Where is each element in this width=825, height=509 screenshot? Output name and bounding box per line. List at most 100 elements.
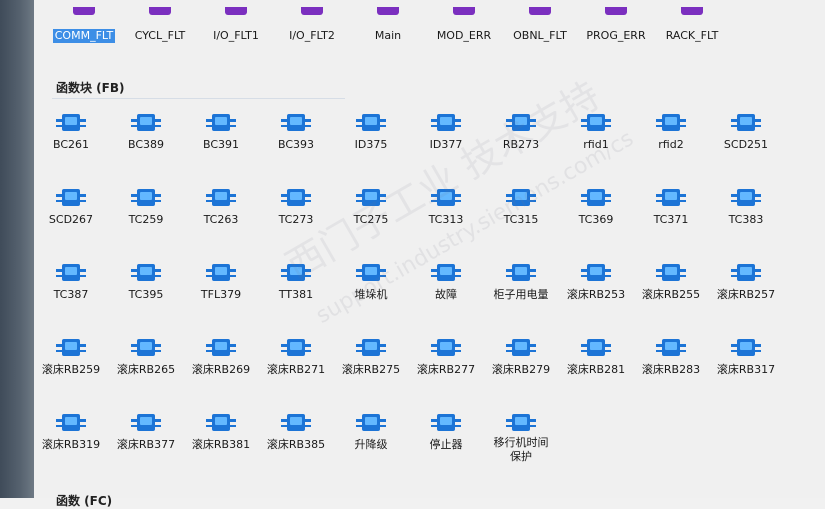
fb-block-item[interactable]: TC313 bbox=[406, 186, 486, 227]
fb-block-label: 滚床RB279 bbox=[491, 363, 551, 376]
organization-block-icon bbox=[120, 0, 200, 15]
fb-block-item[interactable]: 滚床RB319 bbox=[31, 411, 111, 452]
function-block-icon bbox=[656, 339, 686, 356]
fb-block-label: 升降级 bbox=[354, 438, 388, 451]
fb-block-label: 柜子用电量 bbox=[493, 288, 549, 301]
fb-block-item[interactable]: TC371 bbox=[631, 186, 711, 227]
fb-block-item[interactable]: 滚床RB257 bbox=[706, 261, 786, 302]
fb-block-item[interactable]: BC389 bbox=[106, 111, 186, 152]
function-block-icon bbox=[206, 339, 236, 356]
function-block-icon bbox=[506, 114, 536, 131]
function-block-icon bbox=[131, 414, 161, 431]
function-block-icon bbox=[356, 339, 386, 356]
fb-block-item[interactable]: BC391 bbox=[181, 111, 261, 152]
function-block-icon bbox=[206, 189, 236, 206]
fb-block-item[interactable]: 滚床RB381 bbox=[181, 411, 261, 452]
fb-block-item[interactable]: TC259 bbox=[106, 186, 186, 227]
fb-block-item[interactable]: 滚床RB283 bbox=[631, 336, 711, 377]
function-block-icon bbox=[131, 114, 161, 131]
fb-block-label: TC369 bbox=[578, 213, 614, 226]
function-block-icon bbox=[656, 189, 686, 206]
fb-block-label: 停止器 bbox=[429, 438, 463, 451]
fb-block-item[interactable]: 滚床RB269 bbox=[181, 336, 261, 377]
fb-block-item[interactable]: ID377 bbox=[406, 111, 486, 152]
ob-block-item[interactable]: Main bbox=[348, 0, 428, 42]
ob-block-item[interactable]: I/O_FLT1 bbox=[196, 0, 276, 42]
fb-block-label: SCD251 bbox=[723, 138, 769, 151]
fb-block-item[interactable]: 滚床RB275 bbox=[331, 336, 411, 377]
fb-block-item[interactable]: 滚床RB259 bbox=[31, 336, 111, 377]
fb-block-item[interactable]: TFL379 bbox=[181, 261, 261, 302]
fb-block-item[interactable]: 堆垛机 bbox=[331, 261, 411, 302]
fb-block-label: 滚床RB271 bbox=[266, 363, 326, 376]
ob-block-item[interactable]: CYCL_FLT bbox=[120, 0, 200, 42]
fb-block-item[interactable]: 滚床RB255 bbox=[631, 261, 711, 302]
fb-block-label: TC273 bbox=[278, 213, 314, 226]
fb-block-item[interactable]: 移行机时间 保护 bbox=[481, 411, 561, 464]
fb-block-item[interactable]: 故障 bbox=[406, 261, 486, 302]
fb-block-label: 滚床RB265 bbox=[116, 363, 176, 376]
fb-block-label: RB273 bbox=[502, 138, 540, 151]
fb-block-label: TC387 bbox=[53, 288, 89, 301]
function-block-icon bbox=[431, 114, 461, 131]
fb-block-label: rfid1 bbox=[583, 138, 609, 151]
fb-block-item[interactable]: 停止器 bbox=[406, 411, 486, 452]
function-block-icon bbox=[356, 414, 386, 431]
function-block-icon bbox=[581, 114, 611, 131]
fb-block-item[interactable]: 滚床RB271 bbox=[256, 336, 336, 377]
function-block-icon bbox=[731, 189, 761, 206]
fb-block-label: ID377 bbox=[429, 138, 463, 151]
function-block-icon bbox=[131, 264, 161, 281]
fb-block-item[interactable]: TC263 bbox=[181, 186, 261, 227]
function-block-icon bbox=[56, 264, 86, 281]
fb-block-item[interactable]: 滚床RB281 bbox=[556, 336, 636, 377]
fb-block-item[interactable]: rfid2 bbox=[631, 111, 711, 152]
fb-block-item[interactable]: 滚床RB377 bbox=[106, 411, 186, 452]
function-block-icon bbox=[281, 264, 311, 281]
fb-block-label: 滚床RB257 bbox=[716, 288, 776, 301]
fb-block-item[interactable]: rfid1 bbox=[556, 111, 636, 152]
fb-block-item[interactable]: 滚床RB317 bbox=[706, 336, 786, 377]
fb-block-item[interactable]: 滚床RB385 bbox=[256, 411, 336, 452]
fb-block-item[interactable]: SCD251 bbox=[706, 111, 786, 152]
ob-block-item[interactable]: RACK_FLT bbox=[652, 0, 732, 42]
fb-block-label: TC275 bbox=[353, 213, 389, 226]
ob-block-item[interactable]: PROG_ERR bbox=[576, 0, 656, 42]
ob-block-item[interactable]: I/O_FLT2 bbox=[272, 0, 352, 42]
fb-block-item[interactable]: TC315 bbox=[481, 186, 561, 227]
fb-block-label: BC391 bbox=[202, 138, 240, 151]
fb-block-item[interactable]: BC393 bbox=[256, 111, 336, 152]
fb-block-item[interactable]: 滚床RB253 bbox=[556, 261, 636, 302]
ob-block-item[interactable]: OBNL_FLT bbox=[500, 0, 580, 42]
fb-block-label: 滚床RB283 bbox=[641, 363, 701, 376]
fb-block-item[interactable]: SCD267 bbox=[31, 186, 111, 227]
ob-block-item[interactable]: MOD_ERR bbox=[424, 0, 504, 42]
fb-block-item[interactable]: TC387 bbox=[31, 261, 111, 302]
fb-block-item[interactable]: TC275 bbox=[331, 186, 411, 227]
fb-block-label: SCD267 bbox=[48, 213, 94, 226]
fb-block-item[interactable]: 滚床RB279 bbox=[481, 336, 561, 377]
fb-block-item[interactable]: TC383 bbox=[706, 186, 786, 227]
fb-block-item[interactable]: RB273 bbox=[481, 111, 561, 152]
fb-section-title: 函数块 (FB) bbox=[56, 81, 125, 95]
fb-block-item[interactable]: TC273 bbox=[256, 186, 336, 227]
function-block-icon bbox=[431, 264, 461, 281]
block-overview-pane: COMM_FLT CYCL_FLT I/O_FLT1 I/O_FLT2 Main MOD_… bbox=[31, 0, 825, 508]
fb-block-item[interactable]: TC395 bbox=[106, 261, 186, 302]
fb-block-item[interactable]: BC261 bbox=[31, 111, 111, 152]
fb-block-label: 滚床RB253 bbox=[566, 288, 626, 301]
function-block-icon bbox=[56, 414, 86, 431]
ob-block-item[interactable]: COMM_FLT bbox=[44, 0, 124, 43]
fb-block-item[interactable]: 柜子用电量 bbox=[481, 261, 561, 302]
ob-block-label: RACK_FLT bbox=[665, 29, 719, 42]
fb-block-label: ID375 bbox=[354, 138, 388, 151]
fb-block-item[interactable]: ID375 bbox=[331, 111, 411, 152]
fb-block-item[interactable]: 升降级 bbox=[331, 411, 411, 452]
fb-block-item[interactable]: TC369 bbox=[556, 186, 636, 227]
fb-block-label: 滚床RB269 bbox=[191, 363, 251, 376]
function-block-icon bbox=[506, 414, 536, 431]
fb-block-item[interactable]: 滚床RB265 bbox=[106, 336, 186, 377]
fb-block-item[interactable]: 滚床RB277 bbox=[406, 336, 486, 377]
fb-block-item[interactable]: TT381 bbox=[256, 261, 336, 302]
organization-block-icon bbox=[348, 0, 428, 15]
